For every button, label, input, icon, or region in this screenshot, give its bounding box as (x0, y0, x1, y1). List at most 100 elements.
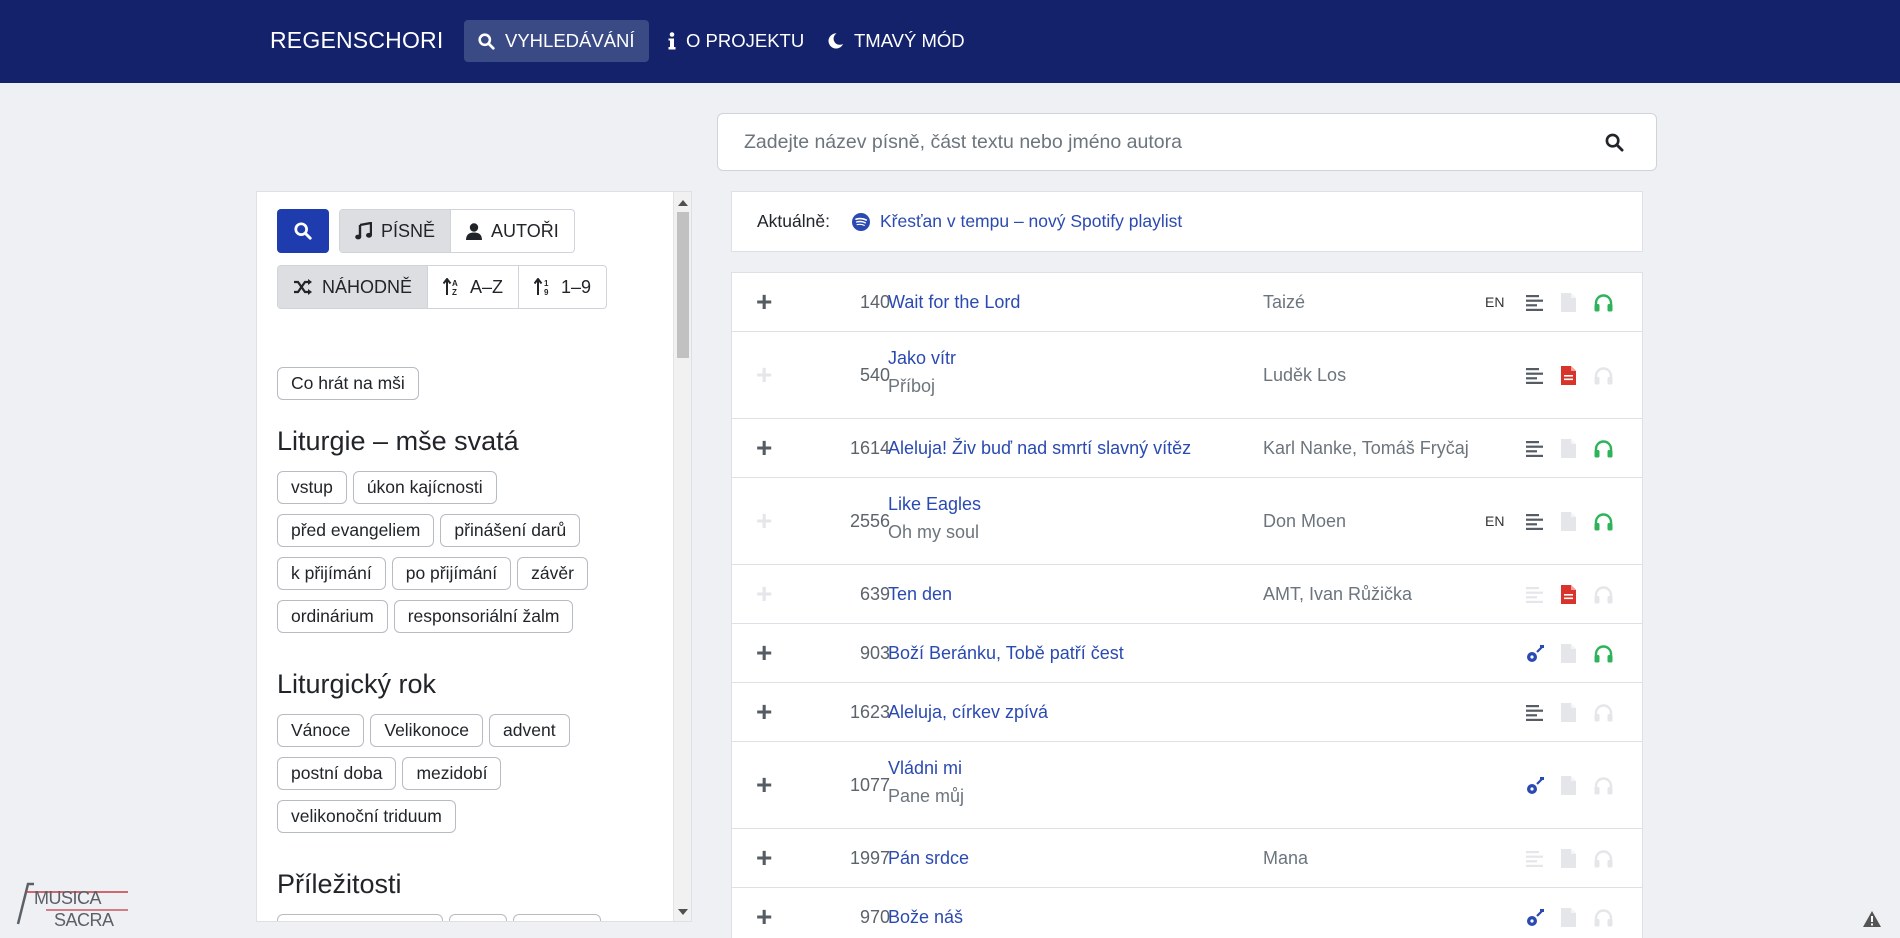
tag-item[interactable]: mezidobí (402, 757, 502, 790)
tag-mass-music[interactable]: Co hrát na mši (277, 367, 419, 400)
song-row[interactable]: +2556 Like Eagles Oh my soul Don Moen EN (732, 478, 1642, 565)
song-title-link[interactable]: Like Eagles (888, 494, 981, 515)
nav-search[interactable]: VYHLEDÁVÁNÍ (464, 20, 649, 62)
headphones-icon[interactable] (1594, 908, 1613, 927)
add-to-playlist-button[interactable]: + (756, 638, 772, 667)
song-row[interactable]: +970 Bože náš (732, 888, 1642, 938)
add-to-playlist-button[interactable]: + (756, 433, 772, 462)
tag-item[interactable]: Velikonoce (370, 714, 484, 747)
type-authors-button[interactable]: AUTOŘI (451, 210, 574, 252)
lyrics-icon[interactable] (1526, 440, 1544, 457)
lyrics-icon[interactable] (1526, 367, 1544, 384)
song-title-link[interactable]: Ten den (888, 584, 952, 605)
add-to-playlist-button[interactable]: + (756, 843, 772, 872)
song-row[interactable]: +903 Boží Beránku, Tobě patří čest (732, 624, 1642, 683)
song-title-link[interactable]: Wait for the Lord (888, 292, 1020, 313)
sort-random-button[interactable]: NÁHODNĚ (278, 266, 429, 308)
headphones-icon[interactable] (1594, 366, 1613, 385)
search-button[interactable] (277, 209, 329, 253)
song-title-link[interactable]: Pán srdce (888, 848, 969, 869)
tag-item[interactable]: postní doba (277, 757, 397, 790)
lyrics-icon[interactable] (1526, 294, 1544, 311)
scroll-down-arrow[interactable] (678, 909, 688, 915)
guitar-chords-icon[interactable] (1526, 644, 1544, 663)
nav-about[interactable]: O PROJEKTU (654, 20, 818, 62)
tag-item[interactable]: ordinárium (277, 600, 388, 633)
song-title-link[interactable]: Vládni mi (888, 758, 962, 779)
add-to-playlist-button[interactable]: + (756, 360, 772, 389)
add-to-playlist-button[interactable]: + (756, 579, 772, 608)
song-author-link[interactable]: Luděk Los (1263, 365, 1346, 386)
headphones-icon[interactable] (1594, 644, 1613, 663)
headphones-icon[interactable] (1594, 512, 1613, 531)
headphones-icon[interactable] (1594, 703, 1613, 722)
song-title-link[interactable]: Aleluja, církev zpívá (888, 702, 1048, 723)
tag-item-partial[interactable] (277, 914, 443, 921)
guitar-chords-icon[interactable] (1526, 776, 1544, 795)
guitar-chords-icon[interactable] (1526, 908, 1544, 927)
pdf-file-icon[interactable] (1561, 702, 1576, 722)
tag-item[interactable]: před evangeliem (277, 514, 435, 547)
song-row[interactable]: +639 Ten den AMT, Ivan Růžička (732, 565, 1642, 624)
lyrics-icon[interactable] (1526, 850, 1544, 867)
pdf-file-icon[interactable] (1561, 907, 1576, 927)
song-row[interactable]: +1077 Vládni mi Pane můj (732, 742, 1642, 829)
pdf-file-icon[interactable] (1561, 643, 1576, 663)
tag-item[interactable]: úkon kajícnosti (352, 471, 497, 504)
pdf-file-icon[interactable] (1561, 584, 1576, 604)
song-title-link[interactable]: Aleluja! Živ buď nad smrtí slavný vítěz (888, 438, 1191, 459)
pdf-file-icon[interactable] (1561, 511, 1576, 531)
tag-item-partial[interactable] (513, 914, 601, 921)
sort-alpha-button[interactable]: AZ A–Z (428, 266, 520, 308)
tag-item[interactable]: velikonoční triduum (277, 800, 456, 833)
lyrics-icon[interactable] (1526, 586, 1544, 603)
song-author-link[interactable]: Don Moen (1263, 511, 1346, 532)
song-author-link[interactable]: AMT, Ivan Růžička (1263, 584, 1412, 605)
lyrics-icon[interactable] (1526, 513, 1544, 530)
song-title-link[interactable]: Boží Beránku, Tobě patří čest (888, 643, 1124, 664)
scroll-up-arrow[interactable] (678, 200, 688, 206)
nav-dark-mode[interactable]: TMAVÝ MÓD (813, 20, 979, 62)
search-input[interactable] (718, 114, 1598, 170)
song-author-link[interactable]: Karl Nanke, Tomáš Fryčaj (1263, 438, 1469, 459)
pdf-file-icon[interactable] (1561, 292, 1576, 312)
tag-item-partial[interactable] (449, 914, 507, 921)
tag-item[interactable]: vstup (277, 471, 347, 504)
add-to-playlist-button[interactable]: + (756, 287, 772, 316)
headphones-icon[interactable] (1594, 293, 1613, 312)
add-to-playlist-button[interactable]: + (756, 697, 772, 726)
type-songs-button[interactable]: PÍSNĚ (340, 210, 452, 252)
headphones-icon[interactable] (1594, 585, 1613, 604)
tag-item[interactable]: závěr (517, 557, 588, 590)
pdf-file-icon[interactable] (1561, 848, 1576, 868)
song-row[interactable]: +1997 Pán srdce Mana (732, 829, 1642, 888)
news-link[interactable]: Křesťan v tempu – nový Spotify playlist (851, 211, 1182, 232)
headphones-icon[interactable] (1594, 776, 1613, 795)
tag-item[interactable]: Vánoce (277, 714, 365, 747)
pdf-file-icon[interactable] (1561, 775, 1576, 795)
tag-item[interactable]: k přijímání (277, 557, 386, 590)
pdf-file-icon[interactable] (1561, 438, 1576, 458)
pdf-file-icon[interactable] (1561, 365, 1576, 385)
song-author-link[interactable]: Taizé (1263, 292, 1305, 313)
song-title-link[interactable]: Bože náš (888, 907, 963, 928)
add-to-playlist-button[interactable]: + (756, 506, 772, 535)
tag-item[interactable]: přinášení darů (440, 514, 581, 547)
filter-scrollbar[interactable] (673, 192, 691, 921)
song-row[interactable]: +1623 Aleluja, církev zpívá (732, 683, 1642, 742)
song-row[interactable]: +1614 Aleluja! Živ buď nad smrtí slavný v… (732, 419, 1642, 478)
headphones-icon[interactable] (1594, 439, 1613, 458)
song-title-link[interactable]: Jako vítr (888, 348, 956, 369)
add-to-playlist-button[interactable]: + (756, 902, 772, 931)
sort-numeric-button[interactable]: 19 1–9 (519, 266, 606, 308)
lyrics-icon[interactable] (1526, 704, 1544, 721)
add-to-playlist-button[interactable]: + (756, 770, 772, 799)
brand-link[interactable]: REGENSCHORI (270, 27, 443, 54)
song-row[interactable]: +540 Jako vítr Příboj Luděk Los (732, 332, 1642, 419)
tag-item[interactable]: po přijímání (391, 557, 512, 590)
tag-item[interactable]: responsoriální žalm (393, 600, 574, 633)
song-row[interactable]: +140 Wait for the Lord Taizé EN (732, 273, 1642, 332)
scrollbar-thumb[interactable] (677, 212, 689, 358)
song-author-link[interactable]: Mana (1263, 848, 1308, 869)
search-icon[interactable] (1605, 133, 1624, 152)
